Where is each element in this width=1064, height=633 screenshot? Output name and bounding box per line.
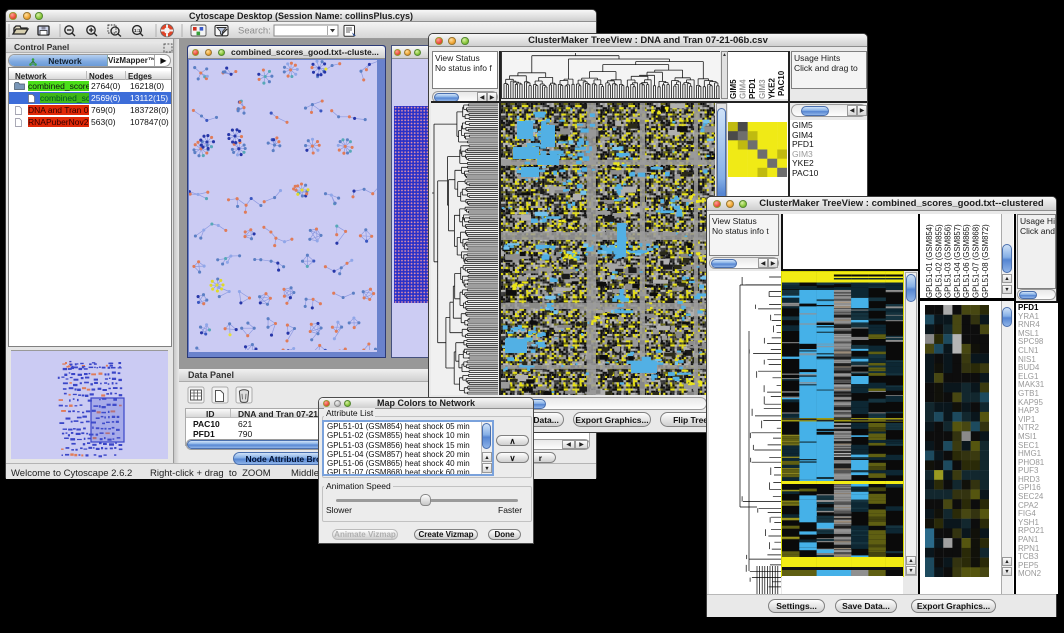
svg-text:GIM3: GIM3 [758,79,767,99]
svg-text:1:1: 1:1 [134,28,141,33]
svg-text:Search:: Search: [238,26,271,37]
svg-text:GIM4: GIM4 [739,79,748,99]
svg-text:GPL51-01 (GSM854): GPL51-01 (GSM854) [925,224,934,298]
svg-text:GPL51-04 (GSM857): GPL51-04 (GSM857) [953,224,962,298]
svg-text:GPL51-06 (GSM865): GPL51-06 (GSM865) [962,224,971,298]
svg-text:PAC10: PAC10 [777,70,786,96]
svg-text:GPL51-08 (GSM872): GPL51-08 (GSM872) [981,224,990,298]
svg-text:GPL51-07 (GSM868): GPL51-07 (GSM868) [972,224,981,298]
svg-text:GPL51-02 (GSM855): GPL51-02 (GSM855) [934,224,943,298]
svg-text:GIM5: GIM5 [729,79,738,99]
svg-text:PFD1: PFD1 [748,78,757,99]
svg-text:GPL51-03 (GSM856): GPL51-03 (GSM856) [944,224,953,298]
svg-text:YKE2: YKE2 [767,78,776,99]
